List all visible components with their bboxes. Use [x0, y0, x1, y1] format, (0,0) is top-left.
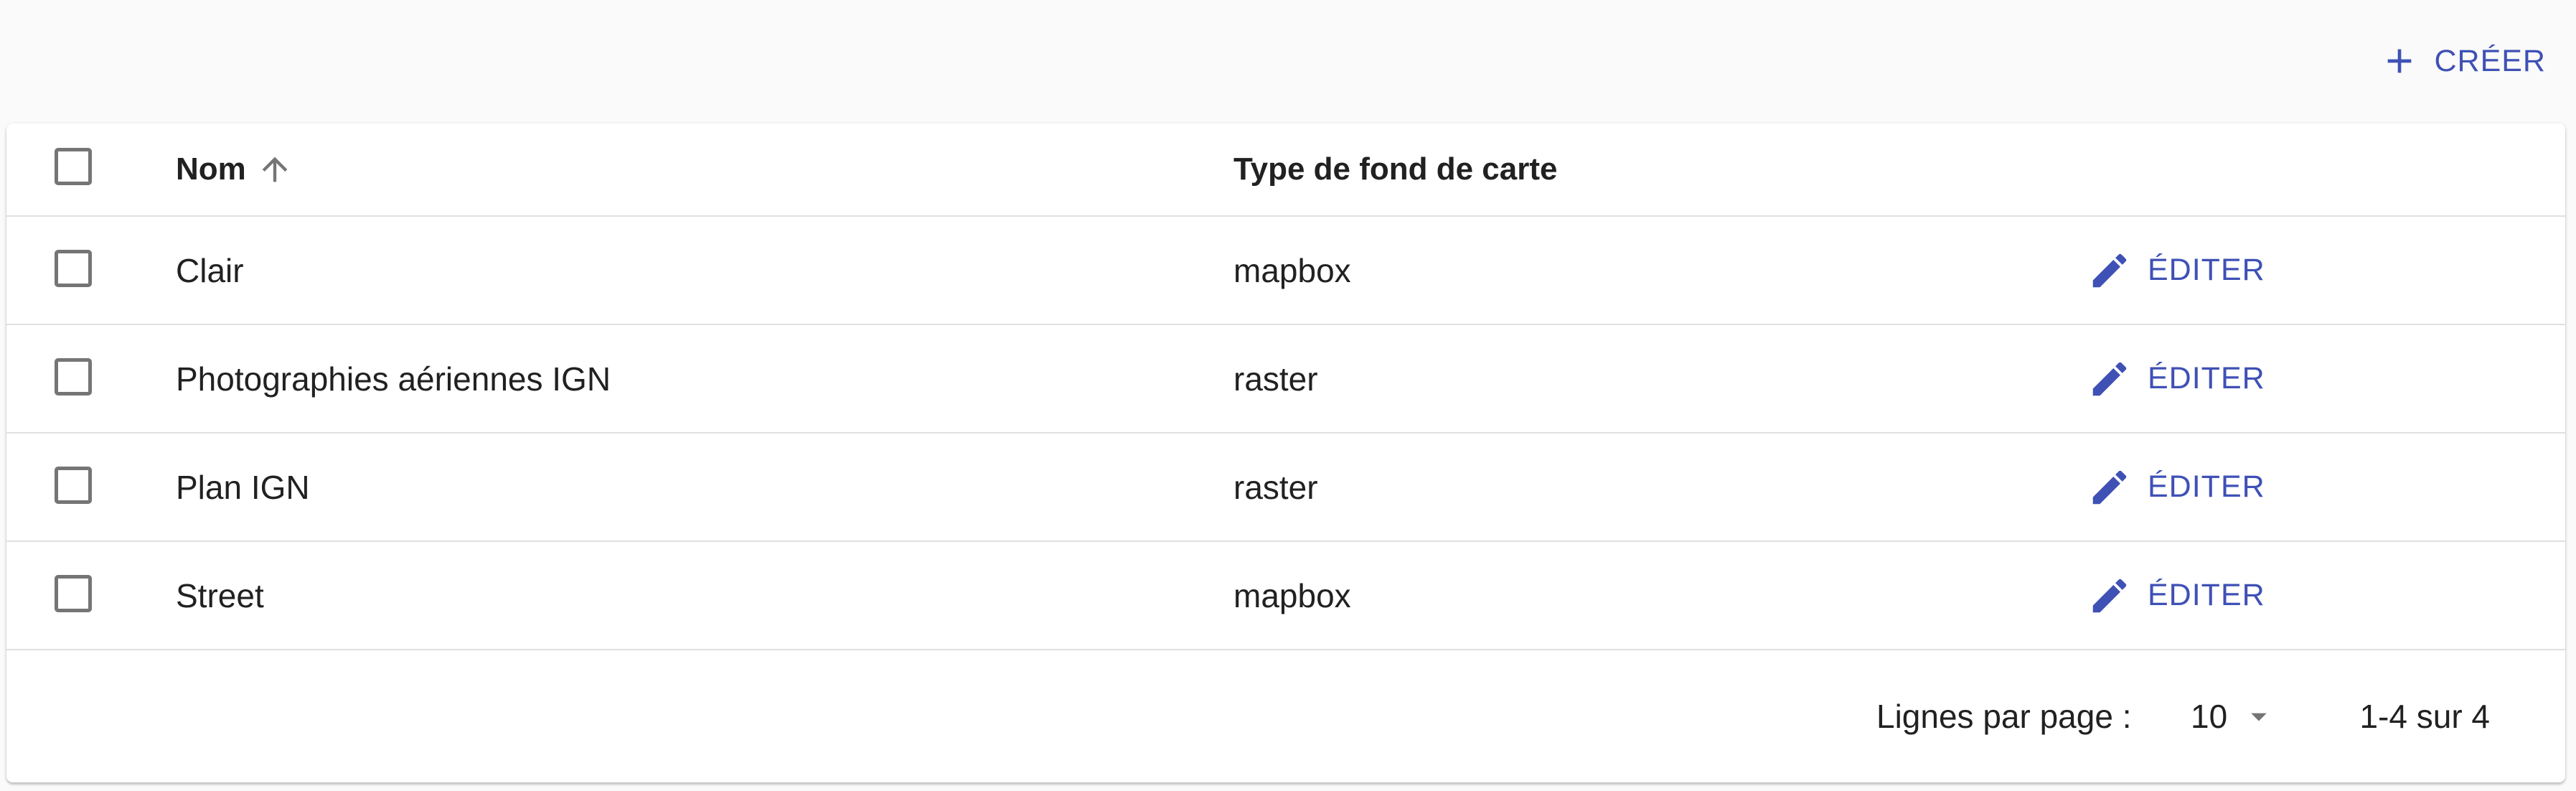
rows-per-page-value: 10: [2191, 698, 2228, 735]
row-name: Photographies aériennes IGN: [176, 360, 611, 398]
row-type: raster: [1233, 468, 1318, 506]
select-all-checkbox[interactable]: [55, 148, 92, 185]
rows-per-page-select[interactable]: 10: [2191, 691, 2277, 742]
edit-button-label: ÉDITER: [2148, 578, 2265, 612]
arrow-up-icon: [262, 156, 288, 182]
pagination-range: 1-4 sur 4: [2359, 698, 2490, 735]
plus-icon: [2388, 49, 2412, 73]
create-button-label: CRÉER: [2434, 43, 2546, 78]
pencil-icon: [2092, 362, 2127, 396]
pencil-icon: [2092, 253, 2127, 287]
row-name: Clair: [176, 251, 244, 289]
list-toolbar: CRÉER: [0, 0, 2576, 122]
column-header-type[interactable]: Type de fond de carte: [1233, 123, 1558, 215]
column-header-name-label: Nom: [176, 151, 246, 187]
row-name: Plan IGN: [176, 468, 310, 506]
row-checkbox[interactable]: [55, 249, 92, 287]
caret-down-icon: [2251, 713, 2267, 721]
row-checkbox[interactable]: [55, 357, 92, 396]
table-row[interactable]: Street mapbox ÉDITER: [6, 542, 2565, 650]
column-header-type-label: Type de fond de carte: [1233, 151, 1558, 187]
edit-button[interactable]: ÉDITER: [2087, 571, 2265, 620]
row-type: mapbox: [1233, 251, 1351, 289]
edit-button-label: ÉDITER: [2148, 253, 2265, 287]
table-row[interactable]: Plan IGN raster ÉDITER: [6, 434, 2565, 542]
column-header-name[interactable]: Nom: [176, 123, 293, 215]
edit-button[interactable]: ÉDITER: [2087, 355, 2265, 403]
row-type: mapbox: [1233, 576, 1351, 614]
row-type: raster: [1233, 360, 1318, 398]
table-row[interactable]: Clair mapbox ÉDITER: [6, 217, 2565, 325]
table-header-row: Nom Type de fond de carte: [6, 123, 2565, 217]
edit-button-label: ÉDITER: [2148, 361, 2265, 396]
edit-button[interactable]: ÉDITER: [2087, 246, 2265, 295]
pencil-icon: [2092, 470, 2127, 504]
table-row[interactable]: Photographies aériennes IGN raster ÉDITE…: [6, 325, 2565, 434]
create-button[interactable]: CRÉER: [2371, 36, 2554, 86]
row-name: Street: [176, 576, 264, 614]
rows-per-page-label: Lignes par page :: [1876, 698, 2132, 735]
pencil-icon: [2092, 579, 2127, 612]
row-checkbox[interactable]: [55, 574, 92, 612]
row-checkbox[interactable]: [55, 466, 92, 504]
datagrid-card: Nom Type de fond de carte Clair mapbox É…: [6, 123, 2565, 782]
pagination-bar: Lignes par page : 10 1-4 sur 4: [6, 650, 2565, 782]
edit-button[interactable]: ÉDITER: [2087, 463, 2265, 512]
edit-button-label: ÉDITER: [2148, 469, 2265, 504]
